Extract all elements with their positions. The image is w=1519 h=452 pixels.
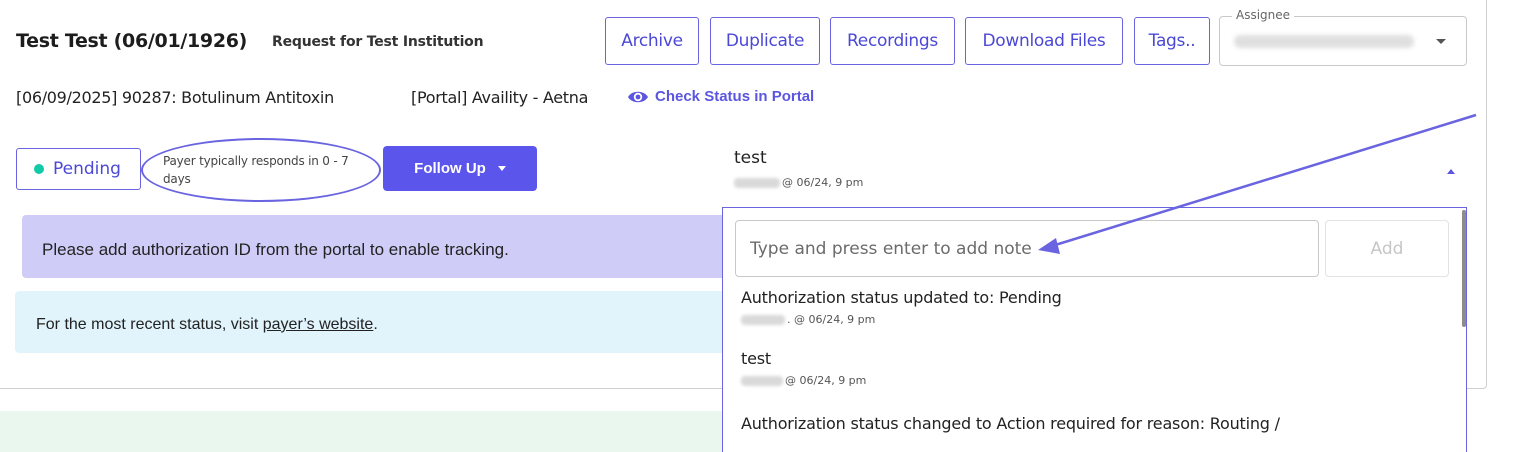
latest-note-meta: @ 06/24, 9 pm [734, 176, 863, 189]
latest-note-title: test [734, 148, 767, 168]
chevron-down-icon [1436, 39, 1446, 44]
download-files-button[interactable]: Download Files [965, 17, 1123, 65]
note-text: Authorization status updated to: Pending [741, 288, 1062, 307]
assignee-value-redacted [1234, 35, 1414, 48]
note-text: test [741, 349, 771, 368]
recent-status-alert: For the most recent status, visit payer’… [15, 291, 730, 353]
follow-up-button[interactable]: Follow Up [383, 146, 537, 191]
status-dot-icon [34, 164, 44, 174]
recordings-button[interactable]: Recordings [830, 17, 955, 65]
assignee-label: Assignee [1232, 8, 1295, 22]
note-item: test @ 06/24, 9 pm [741, 349, 866, 387]
note-meta: . @ 06/24, 9 pm [741, 313, 1062, 326]
annotation-ellipse [141, 138, 381, 202]
check-status-link[interactable]: Check Status in Portal [655, 88, 814, 105]
portal-text: [Portal] Availity - Aetna [411, 88, 589, 107]
request-institution: Request for Test Institution [272, 34, 484, 50]
procedure-line: [06/09/2025] 90287: Botulinum Antitoxin … [16, 88, 588, 107]
recent-status-suffix: . [373, 316, 378, 333]
author-redacted [734, 178, 780, 188]
note-input[interactable] [735, 220, 1319, 277]
author-redacted [741, 315, 785, 325]
notes-scrollbar[interactable] [1462, 210, 1466, 327]
status-badge[interactable]: Pending [16, 148, 141, 190]
procedure-text: [06/09/2025] 90287: Botulinum Antitoxin [16, 88, 334, 107]
duplicate-button[interactable]: Duplicate [710, 17, 820, 65]
next-section-strip [0, 411, 722, 452]
payer-website-link[interactable]: payer’s website [263, 316, 374, 333]
chevron-down-icon [497, 166, 506, 171]
eye-icon[interactable] [627, 88, 649, 106]
chevron-up-icon[interactable] [1447, 169, 1455, 174]
tags-button[interactable]: Tags.. [1134, 17, 1210, 65]
follow-up-label: Follow Up [414, 160, 486, 177]
status-badge-label: Pending [53, 159, 121, 179]
author-redacted [741, 376, 783, 386]
note-meta: @ 06/24, 9 pm [741, 374, 866, 387]
notes-panel: Add Authorization status updated to: Pen… [722, 207, 1467, 452]
archive-button[interactable]: Archive [605, 17, 699, 65]
note-item: Authorization status changed to Action r… [741, 414, 1280, 433]
latest-note-header[interactable]: test @ 06/24, 9 pm [734, 148, 863, 189]
authorization-alert: Please add authorization ID from the por… [22, 215, 730, 278]
note-text: Authorization status changed to Action r… [741, 414, 1280, 433]
recent-status-text: For the most recent status, visit [36, 316, 263, 333]
note-item: Authorization status updated to: Pending… [741, 288, 1062, 326]
assignee-select[interactable]: Assignee [1219, 8, 1467, 66]
add-note-button[interactable]: Add [1325, 220, 1449, 277]
patient-name: Test Test (06/01/1926) [16, 30, 248, 52]
